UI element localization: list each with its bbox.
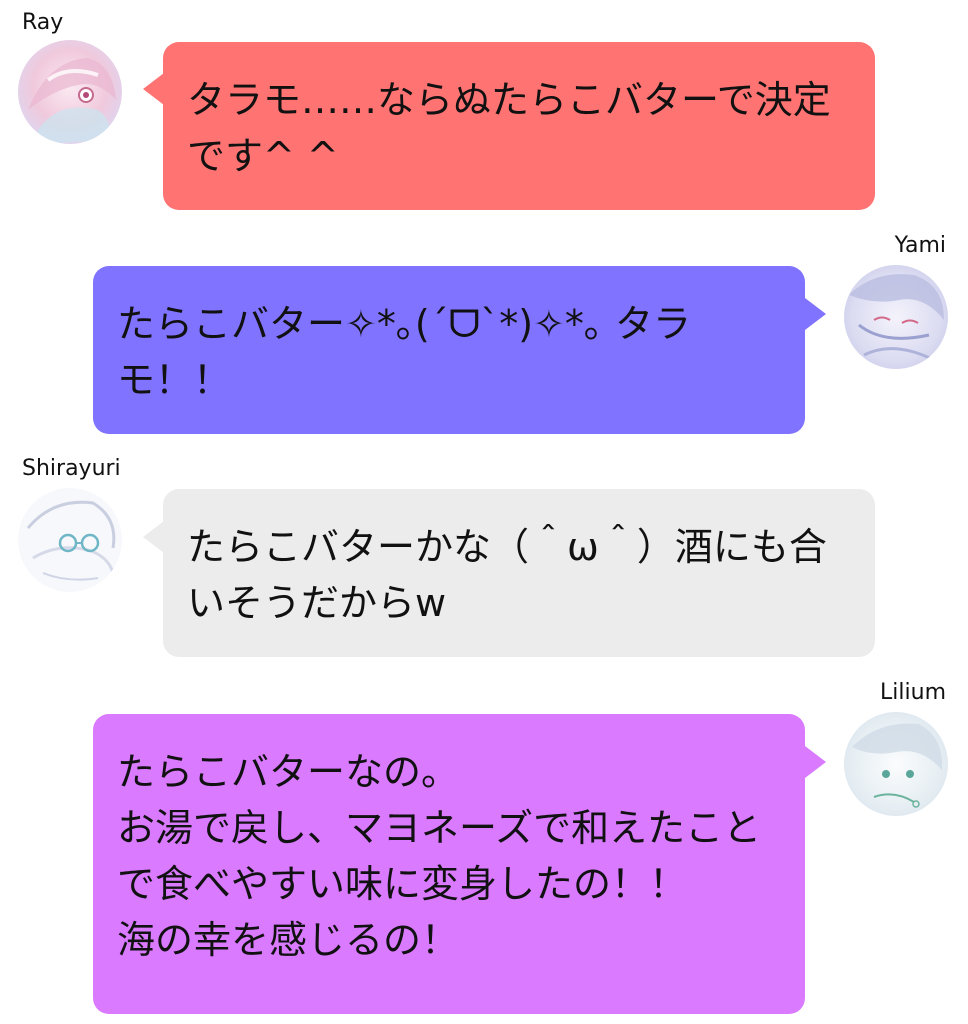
shirayuri-avatar-icon[interactable] [18, 488, 122, 592]
lilium-avatar-icon[interactable] [844, 712, 948, 816]
message-bubble[interactable]: たらこバター✧*｡(ˊᗜˋ*)✧*｡ タラモ！！ [93, 266, 805, 434]
sender-name: Shirayuri [22, 456, 121, 481]
bubble-tail [143, 521, 164, 553]
bubble-tail [805, 298, 826, 330]
chat-message: Shirayuri たらこバターかな（＾ω＾）酒にも合いそうだからw [0, 448, 968, 663]
bubble-tail [143, 73, 164, 105]
message-bubble[interactable]: たらこバターなの。 お湯で戻し、マヨネーズで和えたことで食べやすい味に変身したの… [93, 714, 805, 1014]
sender-name: Lilium [880, 680, 946, 705]
sender-name: Yami [894, 233, 946, 258]
chat-message: Ray タラモ……ならぬたらこバターで決定です^ ^ [0, 0, 968, 220]
ray-avatar-icon[interactable] [18, 40, 122, 144]
chat-message: Yami たらこバター✧*｡(ˊᗜˋ*)✧*｡ タラモ！！ [0, 225, 968, 440]
chat-message: Lilium たらこバターなの。 お湯で戻し、マヨネーズで和えたことで食べやすい… [0, 674, 968, 1019]
bubble-tail [805, 746, 826, 778]
yami-avatar-icon[interactable] [844, 265, 948, 369]
sender-name: Ray [22, 10, 64, 35]
message-bubble[interactable]: たらこバターかな（＾ω＾）酒にも合いそうだからw [163, 489, 875, 657]
message-bubble[interactable]: タラモ……ならぬたらこバターで決定です^ ^ [163, 42, 875, 210]
